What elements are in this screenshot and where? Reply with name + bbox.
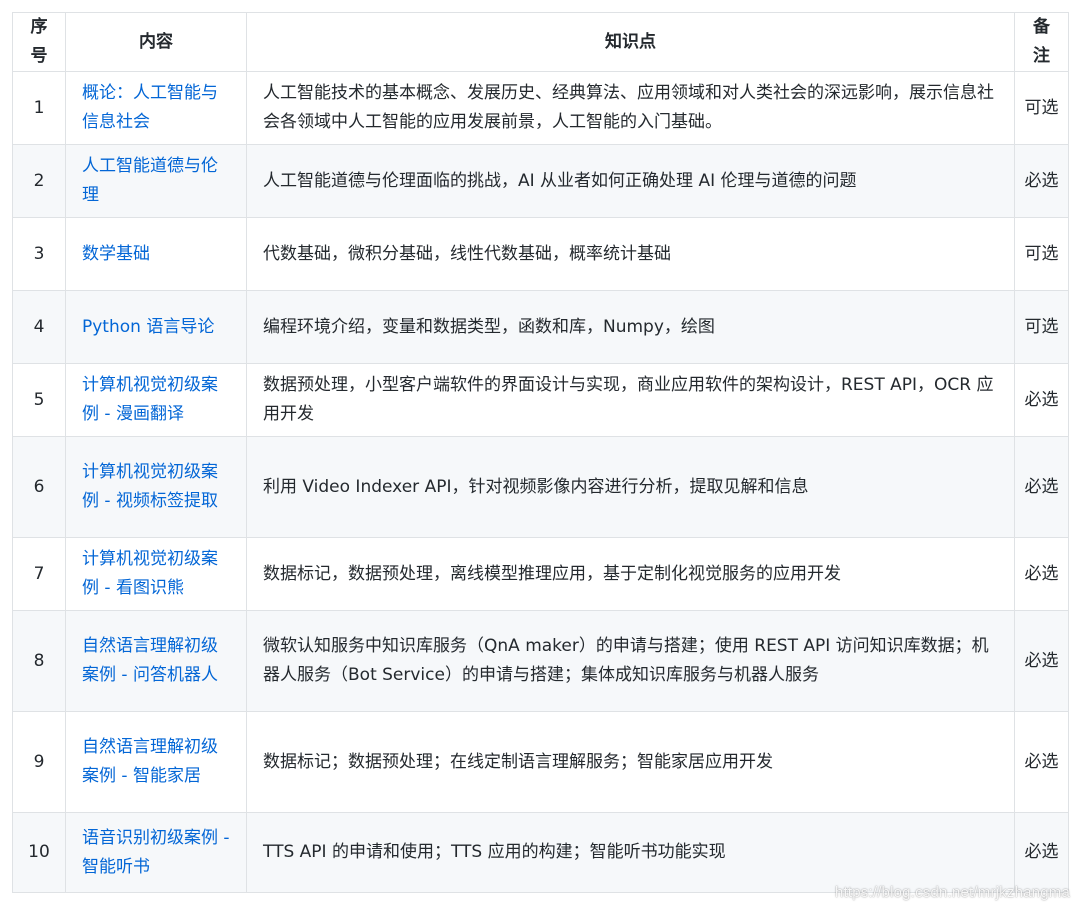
row-content-link[interactable]: 自然语言理解初级案例 - 问答机器人 xyxy=(65,610,247,712)
row-number: 8 xyxy=(12,610,66,712)
row-content-link[interactable]: 计算机视觉初级案例 - 看图识熊 xyxy=(65,537,247,611)
row-note: 必选 xyxy=(1014,610,1069,712)
row-knowledge-points: 代数基础，微积分基础，线性代数基础，概率统计基础 xyxy=(246,217,1015,291)
row-knowledge-points: 编程环境介绍，变量和数据类型，函数和库，Numpy，绘图 xyxy=(246,290,1015,364)
table-header: 序号 内容 知识点 备注 xyxy=(12,12,1069,72)
row-number: 7 xyxy=(12,537,66,611)
table-body: 1 概论：人工智能与信息社会 人工智能技术的基本概念、发展历史、经典算法、应用领… xyxy=(12,71,1069,893)
table-row: 3 数学基础 代数基础，微积分基础，线性代数基础，概率统计基础 可选 xyxy=(12,217,1069,291)
row-note: 必选 xyxy=(1014,537,1069,611)
row-number: 4 xyxy=(12,290,66,364)
table-row: 6 计算机视觉初级案例 - 视频标签提取 利用 Video Indexer AP… xyxy=(12,436,1069,538)
row-number: 6 xyxy=(12,436,66,538)
row-number: 5 xyxy=(12,363,66,437)
header-content: 内容 xyxy=(65,12,247,72)
table-row: 2 人工智能道德与伦理 人工智能道德与伦理面临的挑战，AI 从业者如何正确处理 … xyxy=(12,144,1069,218)
table-row: 9 自然语言理解初级案例 - 智能家居 数据标记；数据预处理；在线定制语言理解服… xyxy=(12,711,1069,813)
header-note-label: 备注 xyxy=(1033,17,1050,66)
row-number: 9 xyxy=(12,711,66,813)
row-note: 必选 xyxy=(1014,812,1069,893)
row-note: 必选 xyxy=(1014,711,1069,813)
row-content-link[interactable]: 自然语言理解初级案例 - 智能家居 xyxy=(65,711,247,813)
header-no: 序号 xyxy=(12,12,66,72)
table-row: 8 自然语言理解初级案例 - 问答机器人 微软认知服务中知识库服务（QnA ma… xyxy=(12,610,1069,712)
row-knowledge-points: TTS API 的申请和使用；TTS 应用的构建；智能听书功能实现 xyxy=(246,812,1015,893)
row-note: 必选 xyxy=(1014,144,1069,218)
header-no-label: 序号 xyxy=(30,17,48,66)
table-row: 7 计算机视觉初级案例 - 看图识熊 数据标记，数据预处理，离线模型推理应用，基… xyxy=(12,537,1069,611)
row-content-link[interactable]: Python 语言导论 xyxy=(65,290,247,364)
row-knowledge-points: 利用 Video Indexer API，针对视频影像内容进行分析，提取见解和信… xyxy=(246,436,1015,538)
row-content-link[interactable]: 人工智能道德与伦理 xyxy=(65,144,247,218)
course-table: 序号 内容 知识点 备注 1 概论：人工智能与信息社会 人工智能技术的基本概念、… xyxy=(12,12,1069,893)
row-note: 可选 xyxy=(1014,217,1069,291)
row-knowledge-points: 数据预处理，小型客户端软件的界面设计与实现，商业应用软件的架构设计，REST A… xyxy=(246,363,1015,437)
row-number: 2 xyxy=(12,144,66,218)
row-note: 必选 xyxy=(1014,436,1069,538)
table-row: 4 Python 语言导论 编程环境介绍，变量和数据类型，函数和库，Numpy，… xyxy=(12,290,1069,364)
row-knowledge-points: 数据标记，数据预处理，离线模型推理应用，基于定制化视觉服务的应用开发 xyxy=(246,537,1015,611)
row-number: 1 xyxy=(12,71,66,145)
header-note: 备注 xyxy=(1014,12,1069,72)
row-content-link[interactable]: 计算机视觉初级案例 - 视频标签提取 xyxy=(65,436,247,538)
row-number: 3 xyxy=(12,217,66,291)
row-note: 可选 xyxy=(1014,290,1069,364)
row-knowledge-points: 微软认知服务中知识库服务（QnA maker）的申请与搭建；使用 REST AP… xyxy=(246,610,1015,712)
row-knowledge-points: 人工智能道德与伦理面临的挑战，AI 从业者如何正确处理 AI 伦理与道德的问题 xyxy=(246,144,1015,218)
watermark-text: https://blog.csdn.net/mrjkzhangma xyxy=(834,884,1070,901)
row-content-link[interactable]: 语音识别初级案例 - 智能听书 xyxy=(65,812,247,893)
table-row: 1 概论：人工智能与信息社会 人工智能技术的基本概念、发展历史、经典算法、应用领… xyxy=(12,71,1069,145)
row-number: 10 xyxy=(12,812,66,893)
row-knowledge-points: 数据标记；数据预处理；在线定制语言理解服务；智能家居应用开发 xyxy=(246,711,1015,813)
table-row: 10 语音识别初级案例 - 智能听书 TTS API 的申请和使用；TTS 应用… xyxy=(12,812,1069,893)
row-note: 必选 xyxy=(1014,363,1069,437)
row-note: 可选 xyxy=(1014,71,1069,145)
row-content-link[interactable]: 概论：人工智能与信息社会 xyxy=(65,71,247,145)
row-content-link[interactable]: 数学基础 xyxy=(65,217,247,291)
header-row: 序号 内容 知识点 备注 xyxy=(12,12,1069,72)
table-row: 5 计算机视觉初级案例 - 漫画翻译 数据预处理，小型客户端软件的界面设计与实现… xyxy=(12,363,1069,437)
header-points: 知识点 xyxy=(246,12,1015,72)
row-content-link[interactable]: 计算机视觉初级案例 - 漫画翻译 xyxy=(65,363,247,437)
row-knowledge-points: 人工智能技术的基本概念、发展历史、经典算法、应用领域和对人类社会的深远影响，展示… xyxy=(246,71,1015,145)
